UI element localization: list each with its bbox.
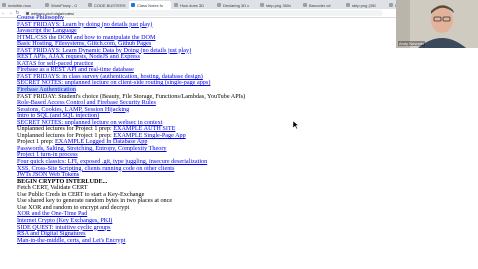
- note-item[interactable]: Man-in-the-middle, certs, and Let's Encr…: [17, 237, 397, 245]
- notes-list: Course Philosophy FAST FRIDAYS: Learn by …: [17, 14, 397, 245]
- browser-tab[interactable]: CODE BUSTERS: [86, 1, 128, 9]
- tab-label: How does 3D: [180, 2, 205, 8]
- tab-label: Class Notes fo: [137, 2, 164, 8]
- browser-tab[interactable]: WorkFlowy - O: [43, 1, 85, 9]
- favicon-icon: [346, 3, 350, 7]
- tab-label: invisible-mou: [8, 2, 32, 8]
- browser-tab[interactable]: step.png (350: [344, 1, 386, 9]
- favicon-icon: [131, 3, 135, 7]
- note-link[interactable]: Man-in-the-middle, certs, and Let's Encr…: [17, 237, 125, 244]
- mouse-cursor-icon: [293, 121, 299, 129]
- browser-tab[interactable]: Declaring 3D c: [215, 1, 257, 9]
- favicon-icon: [88, 3, 92, 7]
- back-icon[interactable]: ←: [0, 10, 7, 17]
- favicon-icon: [45, 3, 49, 7]
- browser-tab[interactable]: How does 3D: [172, 1, 214, 9]
- browser-tab[interactable]: Class Notes fo: [129, 1, 171, 9]
- tab-label: step.png 350x: [266, 2, 292, 8]
- browser-tab[interactable]: step.png 350x: [258, 1, 300, 9]
- tab-label: step.png (350: [352, 2, 377, 8]
- favicon-icon: [303, 3, 307, 7]
- presenter-name: Andy Novocin: [398, 41, 425, 46]
- tab-label: WorkFlowy - O: [51, 2, 78, 8]
- favicon-icon: [260, 3, 264, 7]
- tab-label: CODE BUSTERS: [94, 2, 126, 8]
- favicon-icon: [174, 3, 178, 7]
- forward-icon[interactable]: →: [7, 10, 14, 17]
- webcam-overlay: Andy Novocin: [396, 0, 478, 48]
- tab-label: Declaring 3D c: [223, 2, 250, 8]
- favicon-icon: [217, 3, 221, 7]
- favicon-icon: [2, 3, 6, 7]
- favicon-icon: [389, 3, 393, 7]
- tab-label: Barcoder c#: [309, 2, 331, 8]
- browser-tab[interactable]: invisible-mou: [0, 1, 42, 9]
- browser-tab[interactable]: Barcoder c#: [301, 1, 343, 9]
